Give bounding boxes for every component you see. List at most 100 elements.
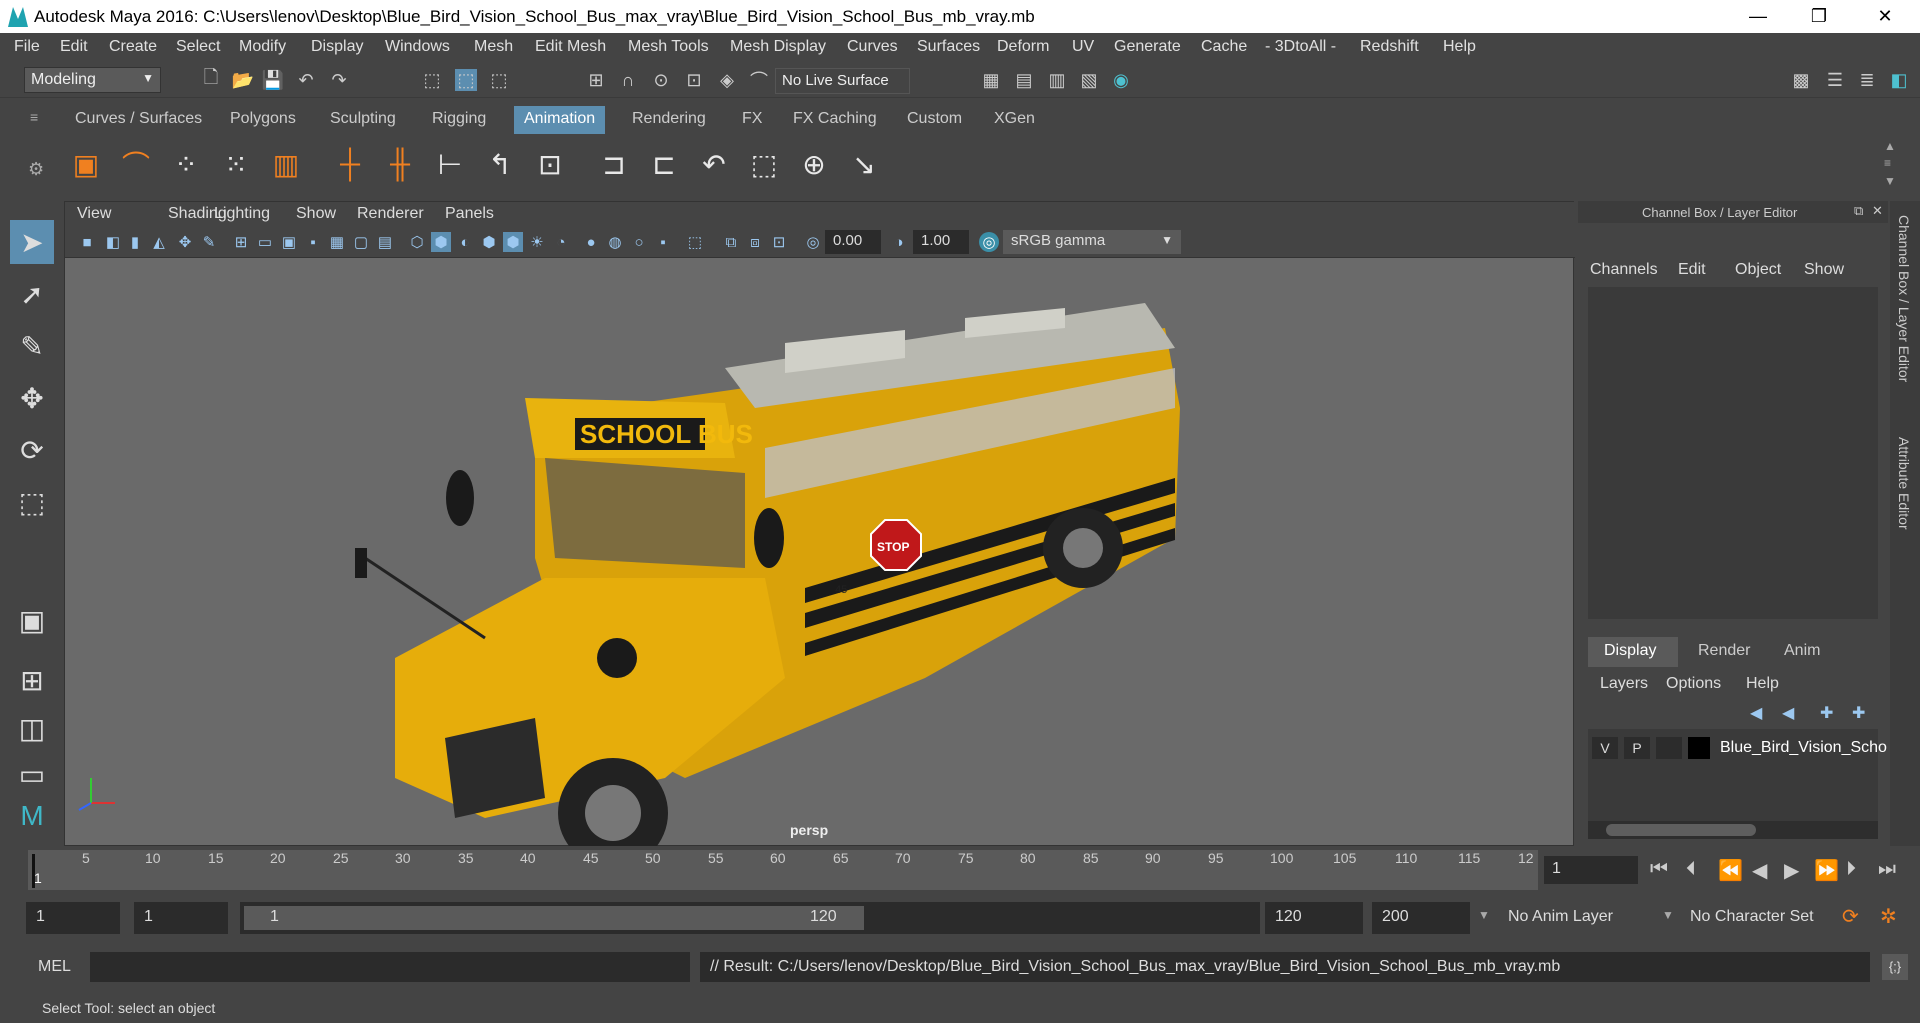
tab-fx[interactable]: FX [732,106,772,134]
float-panel-icon[interactable]: ⧉ [1854,203,1863,219]
film-gate-icon[interactable]: ▭ [255,232,275,252]
new-layer-selected-icon[interactable]: ✚ [1852,703,1865,723]
menu-generate[interactable]: Generate [1114,38,1181,56]
vp-menu-show[interactable]: Show [296,205,336,223]
sequence-icon[interactable]: ▥ [266,144,306,184]
single-perspective-icon[interactable]: ▣ [10,598,54,642]
shelf-scroll-up-icon[interactable]: ▲ [1884,139,1896,153]
safe-action-icon[interactable]: ▢ [351,232,371,252]
prev-key-icon[interactable]: ⏪ [1718,858,1743,883]
scrollbar-thumb[interactable] [1606,824,1756,836]
layer-name[interactable]: Blue_Bird_Vision_Scho [1720,739,1887,757]
wireframe-on-shaded-icon[interactable]: ⬢ [479,232,499,252]
cb-menu-object[interactable]: Object [1735,261,1781,279]
select-tool-icon[interactable]: ➤ [10,220,54,264]
bind-skin-icon[interactable]: ⊐ [594,144,634,184]
cb-menu-edit[interactable]: Edit [1678,261,1706,279]
redo-icon[interactable]: ↷ [328,69,350,91]
next-key-icon[interactable]: ⏩ [1814,858,1839,883]
save-scene-icon[interactable]: 💾 [262,69,284,91]
ipr-render-icon[interactable]: ▥ [1046,69,1068,91]
layer-scrollbar[interactable] [1588,821,1878,839]
cluster-icon[interactable]: ↘ [844,144,884,184]
viewport-panel[interactable]: View Shading Lighting Show Renderer Pane… [64,201,1575,846]
shadows-icon[interactable]: ◔ [551,232,571,252]
safe-title-icon[interactable]: ▤ [375,232,395,252]
shelf-menu-icon[interactable]: ≡ [30,109,42,131]
restore-button[interactable]: ❐ [1796,0,1842,33]
auto-key-icon[interactable]: ⟳ [1842,904,1859,929]
move-layer-down-icon[interactable]: ◀ [1782,703,1794,723]
go-to-start-icon[interactable]: ⏮ [1650,858,1668,881]
exposure-icon[interactable]: ◎ [803,232,823,252]
xray-active-icon[interactable]: ⧈ [745,232,765,252]
range-slider-handle[interactable] [244,906,864,930]
xray-joints-icon[interactable]: ⊡ [769,232,789,252]
step-back-key-icon[interactable]: ⏴ [1686,858,1696,881]
channel-list[interactable] [1588,287,1878,619]
tab-xgen[interactable]: XGen [984,106,1045,134]
menu-help[interactable]: Help [1443,38,1476,56]
select-hierarchy-icon[interactable]: ⬚ [421,69,443,91]
menu-mesh-display[interactable]: Mesh Display [730,38,826,56]
bookmark-icon[interactable]: ▮ [125,232,145,252]
shelf-scroll-down-icon[interactable]: ▼ [1884,174,1896,188]
script-editor-icon[interactable]: {;} [1882,954,1908,980]
menu-windows[interactable]: Windows [385,38,450,56]
resolution-gate-icon[interactable]: ▣ [279,232,299,252]
gamma-icon[interactable]: ◑ [889,232,909,252]
layer-menu-help[interactable]: Help [1746,675,1779,693]
xray-icon[interactable]: ⧉ [721,232,741,252]
move-tool-icon[interactable]: ✥ [10,376,54,420]
layer-playback-toggle[interactable]: P [1624,737,1650,759]
menu-select[interactable]: Select [176,38,220,56]
vp-menu-panels[interactable]: Panels [445,205,494,223]
tab-custom[interactable]: Custom [897,106,972,134]
pole-vector-icon[interactable]: ↶ [694,144,734,184]
anim-layer-dropdown[interactable]: No Anim Layer [1508,908,1613,926]
playback-start-field[interactable]: 1 [134,902,228,934]
grease-pencil-icon[interactable]: ✎ [199,232,219,252]
layer-color-swatch[interactable] [1688,737,1710,759]
workspace-icon[interactable]: ▩ [1790,69,1812,91]
joint-icon[interactable]: ┼ [330,144,370,184]
menu-create[interactable]: Create [109,38,157,56]
character-set-dropdown[interactable]: No Character Set [1690,908,1814,926]
undo-icon[interactable]: ↶ [295,69,317,91]
tab-animation[interactable]: Animation [514,106,606,134]
minimize-button[interactable]: — [1735,0,1781,33]
outliner-layout-icon[interactable]: ▭ [10,752,54,796]
range-slider[interactable]: 1 120 [240,902,1260,934]
textured-icon[interactable]: ⬢ [503,232,523,252]
layer-type-toggle[interactable] [1656,737,1682,759]
field-chart-icon[interactable]: ▦ [327,232,347,252]
cb-menu-channels[interactable]: Channels [1590,261,1658,279]
vp-menu-view[interactable]: View [77,205,111,223]
menu-edit[interactable]: Edit [60,38,88,56]
tab-sculpting[interactable]: Sculpting [320,106,406,134]
menu-mesh-tools[interactable]: Mesh Tools [628,38,709,56]
new-scene-icon[interactable]: 🗋 [200,67,222,91]
ghost-icon[interactable]: ⁘ [166,144,206,184]
playback-end-field[interactable]: 120 [1265,902,1363,934]
four-view-icon[interactable]: ⊞ [10,658,54,702]
lasso-tool-icon[interactable]: ➚ [10,272,54,316]
close-button[interactable]: ✕ [1862,0,1908,33]
exposure-field[interactable]: 0.00 [825,230,881,254]
layer-visibility-toggle[interactable]: V [1592,737,1618,759]
mel-input[interactable] [90,952,690,982]
layer-menu-layers[interactable]: Layers [1600,675,1648,693]
menu-3dtoall[interactable]: - 3DtoAll - [1265,38,1336,56]
tab-rigging[interactable]: Rigging [422,106,496,134]
menu-curves[interactable]: Curves [847,38,898,56]
tab-fx-caching[interactable]: FX Caching [783,106,887,134]
hypershade-icon[interactable]: ◉ [1110,69,1132,91]
menu-modify[interactable]: Modify [239,38,286,56]
menu-mesh[interactable]: Mesh [474,38,513,56]
menu-display[interactable]: Display [311,38,363,56]
rotate-tool-icon[interactable]: ⟳ [10,428,54,472]
current-frame-field[interactable]: 1 [1544,856,1638,884]
close-panel-icon[interactable]: ✕ [1872,203,1883,219]
attribute-editor-toggle-icon[interactable]: ≣ [1856,69,1878,91]
grid-icon[interactable]: ⊞ [231,232,251,252]
